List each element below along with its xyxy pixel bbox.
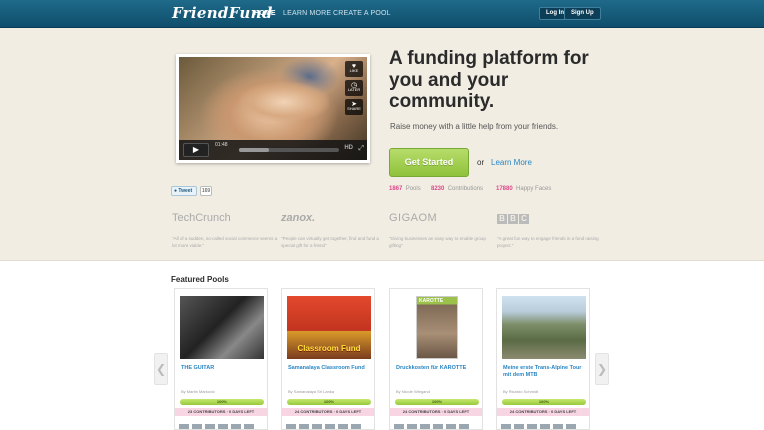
tweet-count: 169	[200, 186, 212, 196]
intro-video-player[interactable]: ♥ LIKE ◷ LATER ➤ SHARE ▶ 01:48 HD ⤢	[176, 54, 370, 163]
press-gigaom: GIGAOM "Giving businesses an easy way to…	[389, 212, 499, 249]
press-techcrunch: TechCrunch "All of a sudden, so-called s…	[172, 212, 282, 249]
press-quote: "People can virtually get together, find…	[281, 236, 379, 248]
pool-image[interactable]	[180, 296, 264, 359]
pool-card[interactable]: Classroom Fund Samanalaya Classroom Fund…	[281, 288, 375, 430]
twitter-bird-icon: ●	[174, 188, 178, 194]
pool-title[interactable]: Druckkosten für KAROTTE	[396, 365, 480, 372]
pool-card[interactable]: Meine erste Trans-Alpine Tour mit dem MT…	[496, 288, 590, 430]
pool-author: By Martin Markovic	[181, 389, 216, 394]
techcrunch-logo: TechCrunch	[172, 212, 231, 224]
contributor-avatars	[501, 421, 587, 429]
featured-section	[0, 260, 764, 430]
stat-contributions: 8230 Contributions	[431, 186, 484, 192]
bbc-logo-letter: C	[519, 214, 529, 224]
press-quote: "All of a sudden, so-called social comme…	[172, 236, 278, 248]
nav-home[interactable]: HOME	[254, 10, 276, 17]
pool-image[interactable]	[502, 296, 586, 359]
pool-title[interactable]: Samanalaya Classroom Fund	[288, 365, 372, 372]
video-share-button[interactable]: ➤ SHARE	[345, 99, 363, 115]
featured-pools-title: Featured Pools	[171, 275, 229, 284]
pool-contributors: 23 CONTRIBUTORS · 0 DAYS LEFT	[175, 408, 267, 416]
hero-subline: Raise money with a little help from your…	[390, 122, 559, 131]
signup-button[interactable]: Sign Up	[564, 7, 601, 20]
contributor-avatars	[179, 421, 265, 429]
pool-title[interactable]: THE GUITAR	[181, 365, 265, 372]
clock-icon: ◷	[350, 82, 358, 89]
tweet-button[interactable]: ● Tweet	[171, 186, 197, 196]
pool-progress-bar: 100%	[180, 399, 264, 405]
zanox-logo: zanox.	[281, 212, 316, 224]
or-text: or	[477, 158, 485, 167]
pool-contributors: 24 CONTRIBUTORS · 0 DAYS LEFT	[390, 408, 482, 416]
video-progress-track[interactable]	[239, 148, 339, 152]
pool-author: By Samanalaya Sri Lanka	[288, 389, 335, 394]
play-icon[interactable]: ▶	[183, 143, 209, 157]
pool-author: By Ricardo Schmidt	[503, 389, 539, 394]
bbc-logo-letter: B	[497, 214, 507, 224]
press-quote: "Giving businesses an easy way to enable…	[389, 236, 486, 248]
carousel-prev-arrow[interactable]: ❮	[154, 353, 168, 385]
contributor-avatars	[394, 421, 480, 429]
heart-icon: ♥	[351, 63, 357, 70]
share-icon: ➤	[351, 101, 357, 108]
nav-create-a-pool[interactable]: CREATE A POOL	[333, 10, 391, 17]
contributor-avatars	[286, 421, 372, 429]
pool-image[interactable]: KAROTTE	[395, 296, 479, 359]
video-like-button[interactable]: ♥ LIKE	[345, 61, 363, 77]
video-later-button[interactable]: ◷ LATER	[345, 80, 363, 96]
pool-title[interactable]: Meine erste Trans-Alpine Tour mit dem MT…	[503, 365, 587, 379]
pool-contributors: 24 CONTRIBUTORS · 0 DAYS LEFT	[282, 408, 374, 416]
pool-image[interactable]: Classroom Fund	[287, 296, 371, 359]
gigaom-logo: GIGAOM	[389, 212, 438, 224]
stat-happy-faces: 17880 Happy Faces	[496, 186, 552, 192]
hd-toggle[interactable]: HD	[344, 145, 353, 151]
press-quote: "A great fun way to engage friends in a …	[497, 236, 599, 248]
pool-card[interactable]: KAROTTE Druckkosten für KAROTTE By Nicol…	[389, 288, 483, 430]
press-bbc: BBC "A great fun way to engage friends i…	[497, 212, 607, 249]
video-time: 01:48	[215, 142, 228, 148]
magazine-title: KAROTTE	[419, 298, 444, 304]
hero-headline: A funding platform for you and your comm…	[389, 48, 589, 112]
pool-contributors: 24 CONTRIBUTORS · 0 DAYS LEFT	[497, 408, 589, 416]
bbc-logo: BBC	[497, 212, 607, 228]
nav-learn-more[interactable]: LEARN MORE	[283, 10, 331, 17]
press-zanox: zanox. "People can virtually get togethe…	[281, 212, 391, 249]
pool-progress-bar: 100%	[287, 399, 371, 405]
pool-progress-bar: 100%	[502, 399, 586, 405]
stat-pools: 1867 Pools	[389, 186, 421, 192]
video-controls: ▶ 01:48 HD ⤢	[179, 140, 367, 160]
pool-progress-bar: 100%	[395, 399, 479, 405]
learn-more-link[interactable]: Learn More	[491, 158, 532, 167]
carousel-next-arrow[interactable]: ❯	[595, 353, 609, 385]
pool-image-caption: Classroom Fund	[297, 344, 361, 353]
top-navigation-bar: FriendFund HOME LEARN MORE CREATE A POOL…	[0, 0, 764, 28]
bbc-logo-letter: B	[508, 214, 518, 224]
get-started-button[interactable]: Get Started	[389, 148, 469, 177]
pool-author: By Nicole Wiegand	[396, 389, 430, 394]
pool-card[interactable]: THE GUITAR By Martin Markovic 100% 23 CO…	[174, 288, 268, 430]
fullscreen-icon[interactable]: ⤢	[358, 145, 364, 153]
